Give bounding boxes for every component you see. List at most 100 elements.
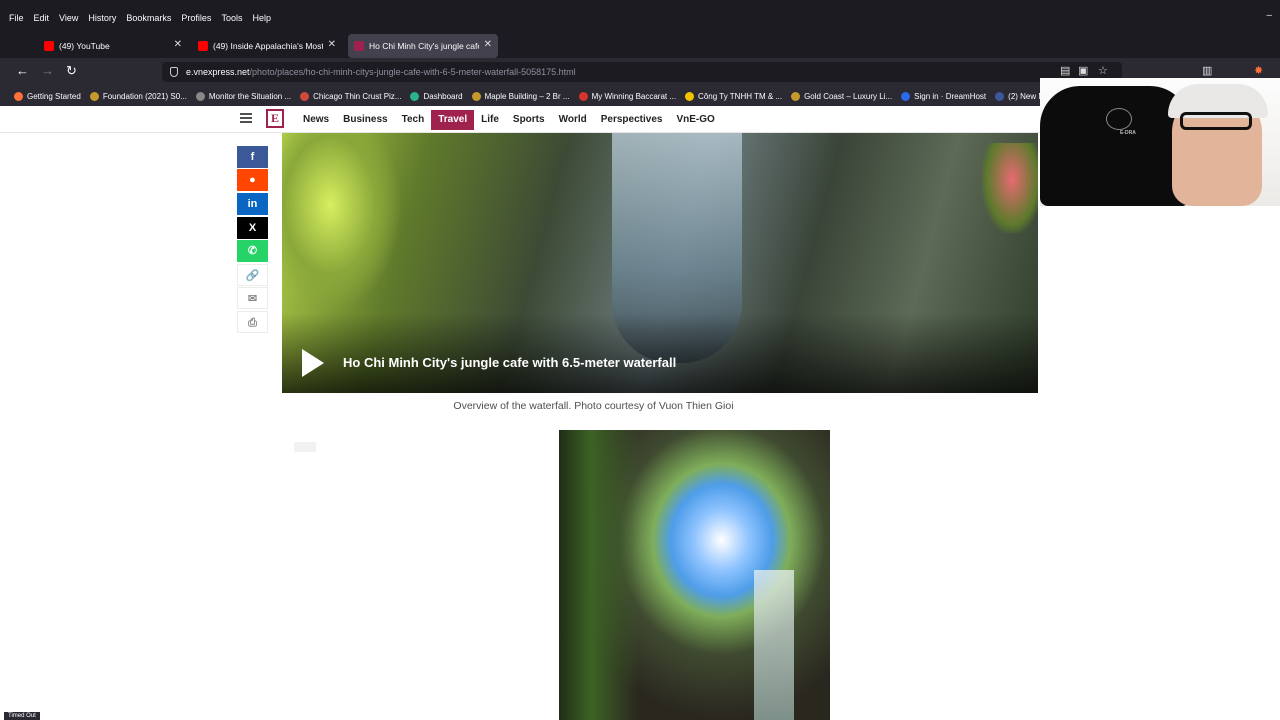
tab-bar: (49) YouTube ✕ (49) Inside Appalachia's …: [0, 30, 1280, 81]
extension-icon[interactable]: ✸: [1254, 64, 1263, 77]
menu-history[interactable]: History: [83, 12, 121, 24]
nav-item-life[interactable]: Life: [474, 110, 506, 130]
url-host: e.vnexpress.net: [186, 67, 250, 77]
chair-logo-icon: [1106, 108, 1132, 130]
bookmark-star-icon[interactable]: ☆: [1098, 64, 1108, 77]
ad-placeholder: [294, 442, 316, 452]
bookmark-favicon-icon: [685, 91, 695, 101]
bookmark-label: Maple Building – 2 Br ...: [484, 91, 570, 101]
menu-list: File Edit View History Bookmarks Profiles Tool…: [4, 12, 276, 24]
bookmark-label: Chicago Thin Crust Piz...: [313, 91, 402, 101]
x-icon[interactable]: X: [237, 217, 268, 239]
bookmark-favicon-icon: [410, 91, 420, 101]
bookmark-item[interactable]: Monitor the Situation ...: [195, 91, 292, 101]
nav-item-travel[interactable]: Travel: [431, 110, 475, 130]
tab-inside-appalachia[interactable]: (49) Inside Appalachia's Most R ✕: [192, 34, 342, 58]
menu-bar: File Edit View History Bookmarks Profiles Tool…: [0, 0, 1280, 34]
lock-icon[interactable]: [170, 67, 178, 77]
menu-help[interactable]: Help: [247, 12, 276, 24]
forward-icon[interactable]: →: [41, 63, 54, 78]
menu-bookmarks[interactable]: Bookmarks: [121, 12, 176, 24]
close-tab-icon[interactable]: ✕: [174, 39, 182, 50]
menu-tools[interactable]: Tools: [216, 12, 247, 24]
menu-profiles[interactable]: Profiles: [176, 12, 216, 24]
bookmark-item[interactable]: Sign in · DreamHost: [901, 91, 987, 101]
menu-file[interactable]: File: [4, 12, 29, 24]
bookmark-label: Sign in · DreamHost: [914, 91, 987, 101]
bookmark-favicon-icon: [300, 91, 310, 101]
article-photo[interactable]: [559, 430, 830, 720]
bookmark-favicon-icon: [195, 91, 205, 101]
play-icon[interactable]: [302, 349, 324, 377]
bookmark-item[interactable]: Maple Building – 2 Br ...: [471, 91, 570, 101]
nav-item-perspectives[interactable]: Perspectives: [594, 110, 670, 130]
bookmark-favicon-icon: [14, 91, 23, 101]
bookmark-favicon-icon: [89, 91, 99, 101]
chair-label: E-DRA: [1120, 130, 1136, 136]
menu-view[interactable]: View: [54, 12, 83, 24]
nav-item-sports[interactable]: Sports: [506, 110, 552, 130]
thumbnail-fern: [282, 133, 402, 313]
bookmark-favicon-icon: [995, 91, 1005, 101]
menu-edit[interactable]: Edit: [29, 12, 55, 24]
bookmark-item[interactable]: Dashboard: [410, 91, 463, 101]
bookmark-label: My Winning Baccarat ...: [591, 91, 677, 101]
status-text: Timed Out: [4, 712, 40, 720]
vnexpress-logo[interactable]: E: [266, 109, 284, 128]
bookmark-item[interactable]: Gold Coast – Luxury Li...: [791, 91, 892, 101]
bookmark-label: Dashboard: [423, 91, 463, 101]
bookmark-label: Getting Started: [27, 91, 81, 101]
minimize-icon[interactable]: –: [1266, 10, 1272, 21]
nav-item-vne-go[interactable]: VnE-GO: [669, 110, 721, 130]
photo-caption: Overview of the waterfall. Photo courtes…: [453, 400, 734, 412]
youtube-favicon-icon: [198, 41, 208, 51]
nav-item-business[interactable]: Business: [336, 110, 394, 130]
facebook-icon[interactable]: f: [237, 146, 268, 168]
sidebar-icon[interactable]: ▥: [1202, 64, 1212, 77]
bookmark-favicon-icon: [578, 91, 588, 101]
url-bar[interactable]: e.vnexpress.net/photo/places/ho-chi-minh…: [162, 62, 1122, 82]
site-nav-items: News Business Tech Travel Life Sports World Per…: [296, 110, 722, 130]
whatsapp-icon[interactable]: ✆: [237, 240, 268, 262]
bookmark-favicon-icon: [791, 91, 801, 101]
reddit-icon[interactable]: ●: [237, 169, 268, 191]
bookmark-item[interactable]: Foundation (2021) S0...: [89, 91, 187, 101]
tab-jungle-cafe[interactable]: Ho Chi Minh City's jungle cafe ✕: [348, 34, 498, 58]
bookmark-favicon-icon: [471, 91, 481, 101]
nav-item-news[interactable]: News: [296, 110, 336, 130]
bookmark-item[interactable]: My Winning Baccarat ...: [578, 91, 677, 101]
webcam-overlay: E-DRA: [1040, 78, 1280, 206]
thumbnail-flowers: [982, 143, 1038, 233]
email-icon[interactable]: ✉: [237, 287, 268, 309]
bookmark-label: Foundation (2021) S0...: [102, 91, 187, 101]
reader-view-icon[interactable]: ▤: [1060, 64, 1070, 77]
save-to-pocket-icon[interactable]: ▣: [1078, 64, 1088, 77]
tab-title: (49) Inside Appalachia's Most R: [213, 41, 323, 51]
vnexpress-favicon-icon: [354, 41, 364, 51]
linkedin-icon[interactable]: in: [237, 193, 268, 215]
close-tab-icon[interactable]: ✕: [328, 39, 336, 50]
nav-item-tech[interactable]: Tech: [395, 110, 432, 130]
nav-item-world[interactable]: World: [552, 110, 594, 130]
print-icon[interactable]: ⎙: [237, 311, 268, 333]
tab-youtube[interactable]: (49) YouTube ✕: [38, 34, 188, 58]
menu-hamburger-icon[interactable]: [240, 113, 252, 123]
bookmark-item[interactable]: Getting Started: [14, 91, 81, 101]
back-icon[interactable]: ←: [16, 63, 29, 78]
tab-title: Ho Chi Minh City's jungle cafe: [369, 41, 479, 51]
youtube-favicon-icon: [44, 41, 54, 51]
reload-icon[interactable]: ↻: [66, 63, 77, 79]
thumbnail-shade: [282, 313, 1038, 393]
video-player[interactable]: Ho Chi Minh City's jungle cafe with 6.5-…: [282, 133, 1038, 393]
streamer-glasses: [1180, 112, 1252, 130]
bookmark-favicon-icon: [901, 91, 911, 101]
bookmark-label: Monitor the Situation ...: [208, 91, 292, 101]
link-icon[interactable]: 🔗: [237, 264, 268, 286]
bookmark-item[interactable]: Công Ty TNHH TM & ...: [685, 91, 782, 101]
close-tab-icon[interactable]: ✕: [484, 39, 492, 50]
window-controls: –: [1266, 10, 1272, 21]
bookmark-item[interactable]: Chicago Thin Crust Piz...: [300, 91, 402, 101]
url-path: /photo/places/ho-chi-minh-citys-jungle-c…: [249, 67, 576, 77]
photo-leaves: [559, 430, 639, 720]
tab-title: (49) YouTube: [59, 41, 110, 51]
